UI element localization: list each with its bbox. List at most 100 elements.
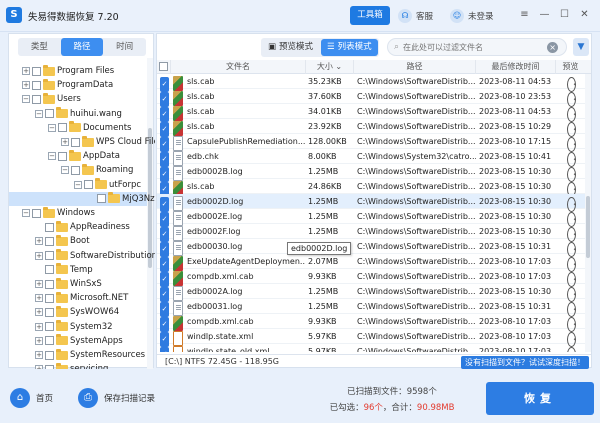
- preview-mode-button[interactable]: ▣ 预览模式: [262, 39, 319, 56]
- header-size[interactable]: 大小 ⌄: [306, 60, 354, 74]
- table-scrollbar[interactable]: [585, 74, 591, 352]
- expand-icon[interactable]: +: [35, 322, 43, 331]
- tree-checkbox[interactable]: [45, 251, 54, 261]
- expand-icon[interactable]: +: [22, 81, 30, 90]
- expand-icon[interactable]: +: [35, 308, 43, 317]
- tree-node[interactable]: − huihui.wang: [35, 107, 122, 121]
- filter-icon[interactable]: ▼: [573, 38, 589, 56]
- table-row[interactable]: ✓ sls.cab 35.23KB C:\Windows\SoftwareDistri…: [157, 74, 591, 92]
- tree-node[interactable]: + Boot: [35, 234, 90, 248]
- table-row[interactable]: ✓ CapsulePublishRemediation.... 128.00KB C:…: [157, 134, 591, 152]
- table-row[interactable]: ✓ edb0002F.log 1.25MB C:\Windows\SoftwareDi…: [157, 224, 591, 242]
- tree-checkbox[interactable]: [32, 66, 41, 76]
- tree-node[interactable]: + SysWOW64: [35, 305, 119, 319]
- collapse-icon[interactable]: −: [48, 123, 56, 132]
- tree-node[interactable]: − Users: [22, 92, 81, 106]
- tree-node[interactable]: + WPS Cloud Files: [61, 135, 155, 149]
- expand-icon[interactable]: +: [61, 138, 69, 146]
- tree-checkbox[interactable]: [32, 94, 41, 104]
- row-checkbox[interactable]: ✓: [160, 347, 169, 352]
- collapse-icon[interactable]: −: [61, 166, 69, 175]
- list-mode-button[interactable]: ☰ 列表模式: [321, 39, 378, 56]
- table-scrollbar-thumb[interactable]: [586, 196, 590, 258]
- collapse-icon[interactable]: −: [35, 109, 43, 118]
- tree-checkbox[interactable]: [71, 165, 80, 175]
- tree-checkbox[interactable]: [45, 322, 54, 332]
- expand-icon[interactable]: +: [35, 294, 43, 303]
- login-button[interactable]: ☺ 未登录: [450, 9, 494, 23]
- tree-node[interactable]: − AppData: [48, 149, 120, 163]
- table-row[interactable]: ✓ compdb.xml.cab 9.93KB C:\Windows\Software…: [157, 314, 591, 332]
- table-row[interactable]: ✓edb00030.log1.25MBC:\Windows\SoftwareDi…: [157, 239, 591, 257]
- clear-search-icon[interactable]: ×: [547, 41, 559, 53]
- tree-node[interactable]: + SystemResources: [35, 348, 145, 362]
- toolbox-button[interactable]: 工具箱: [350, 6, 390, 25]
- tree-checkbox[interactable]: [45, 265, 54, 275]
- table-row[interactable]: ✓ ExeUpdateAgentDeploymen... 2.07MB C:\Wind…: [157, 254, 591, 272]
- tree-checkbox[interactable]: [32, 80, 41, 90]
- tree-node[interactable]: Temp: [35, 263, 93, 277]
- table-row[interactable]: ✓ edb0002B.log 1.25MB C:\Windows\SoftwareDi…: [157, 164, 591, 182]
- customer-service-button[interactable]: ☊ 客服: [398, 9, 433, 23]
- tree-checkbox[interactable]: [45, 222, 54, 232]
- save-scan-button[interactable]: ⎙ 保存扫描记录: [78, 388, 155, 408]
- tree-checkbox[interactable]: [45, 364, 54, 369]
- expand-icon[interactable]: +: [35, 280, 43, 288]
- tab-path[interactable]: 路径: [60, 38, 104, 56]
- close-icon[interactable]: ✕: [578, 8, 591, 21]
- tree-checkbox[interactable]: [45, 350, 54, 360]
- tree-scrollbar[interactable]: [147, 58, 153, 369]
- header-mtime[interactable]: 最后修改时间: [476, 60, 556, 74]
- tree-checkbox[interactable]: [45, 109, 54, 119]
- expand-icon[interactable]: +: [35, 336, 43, 345]
- table-row[interactable]: ✓ edb0002A.log 1.25MB C:\Windows\SoftwareDi…: [157, 284, 591, 302]
- header-select-all[interactable]: [157, 60, 171, 74]
- collapse-icon[interactable]: −: [22, 95, 30, 104]
- minimize-icon[interactable]: —: [538, 8, 551, 21]
- tree-node[interactable]: + SoftwareDistribution: [35, 249, 155, 263]
- table-row[interactable]: ✓ edb0002E.log 1.25MB C:\Windows\SoftwareDi…: [157, 209, 591, 227]
- tree-node[interactable]: − Documents: [48, 121, 131, 135]
- table-row[interactable]: ✓ sls.cab 24.86KB C:\Windows\SoftwareDistri…: [157, 179, 591, 197]
- tab-type[interactable]: 类型: [18, 38, 61, 56]
- table-row[interactable]: ✓ windlp.state.xml 5.97KB C:\Windows\Softwa…: [157, 329, 591, 347]
- table-row[interactable]: ✓ windlp.state_old.xml 5.97KB C:\Windows\So…: [157, 344, 591, 352]
- table-row[interactable]: ✓ sls.cab 23.92KB C:\Windows\SoftwareDistri…: [157, 119, 591, 137]
- table-row[interactable]: ✓ compdb.xml.cab 9.93KB C:\Windows\Software…: [157, 269, 591, 287]
- collapse-icon[interactable]: −: [74, 180, 82, 189]
- expand-icon[interactable]: +: [35, 365, 43, 369]
- collapse-icon[interactable]: −: [48, 152, 56, 161]
- table-row[interactable]: ✓ edb00031.log 1.25MB C:\Windows\SoftwareDi…: [157, 299, 591, 317]
- table-row[interactable]: ✓ sls.cab 37.60KB C:\Windows\SoftwareDistri…: [157, 89, 591, 107]
- tree-node[interactable]: − utForpc: [74, 178, 141, 192]
- tree-node[interactable]: + System32: [35, 320, 113, 334]
- tree-checkbox[interactable]: [97, 194, 106, 204]
- tree-node[interactable]: MjQ3NzE: [87, 192, 155, 206]
- tree-checkbox[interactable]: [58, 123, 67, 133]
- preview-magnifier-icon[interactable]: [567, 347, 576, 352]
- tree-checkbox[interactable]: [45, 336, 54, 346]
- tree-node[interactable]: + servicing: [35, 362, 108, 369]
- tree-checkbox[interactable]: [32, 208, 41, 218]
- tree-checkbox[interactable]: [84, 180, 93, 190]
- select-all-checkbox[interactable]: [159, 62, 168, 71]
- tree-checkbox[interactable]: [45, 293, 54, 303]
- expand-icon[interactable]: +: [35, 251, 43, 260]
- tree-node[interactable]: + Program Files: [22, 64, 114, 78]
- deep-scan-link[interactable]: 没有扫描到文件？试试深度扫描！: [461, 356, 589, 369]
- tree-node[interactable]: − Windows: [22, 206, 95, 220]
- expand-icon[interactable]: +: [22, 67, 30, 75]
- tree-checkbox[interactable]: [58, 151, 67, 161]
- maximize-icon[interactable]: ☐: [558, 8, 571, 21]
- home-button[interactable]: ⌂ 首页: [10, 388, 53, 408]
- tree-checkbox[interactable]: [45, 279, 54, 289]
- expand-icon[interactable]: +: [35, 237, 43, 246]
- table-row[interactable]: ✓ edb.chk 8.00KB C:\Windows\System32\catro.…: [157, 149, 591, 167]
- menu-icon[interactable]: ≡: [518, 8, 531, 21]
- tree-node[interactable]: + ProgramData: [22, 78, 113, 92]
- header-path[interactable]: 路径: [354, 60, 476, 74]
- tree-checkbox[interactable]: [71, 137, 80, 147]
- collapse-icon[interactable]: −: [22, 209, 30, 217]
- tree-node[interactable]: AppReadiness: [35, 220, 130, 234]
- tree-node[interactable]: + Microsoft.NET: [35, 291, 128, 305]
